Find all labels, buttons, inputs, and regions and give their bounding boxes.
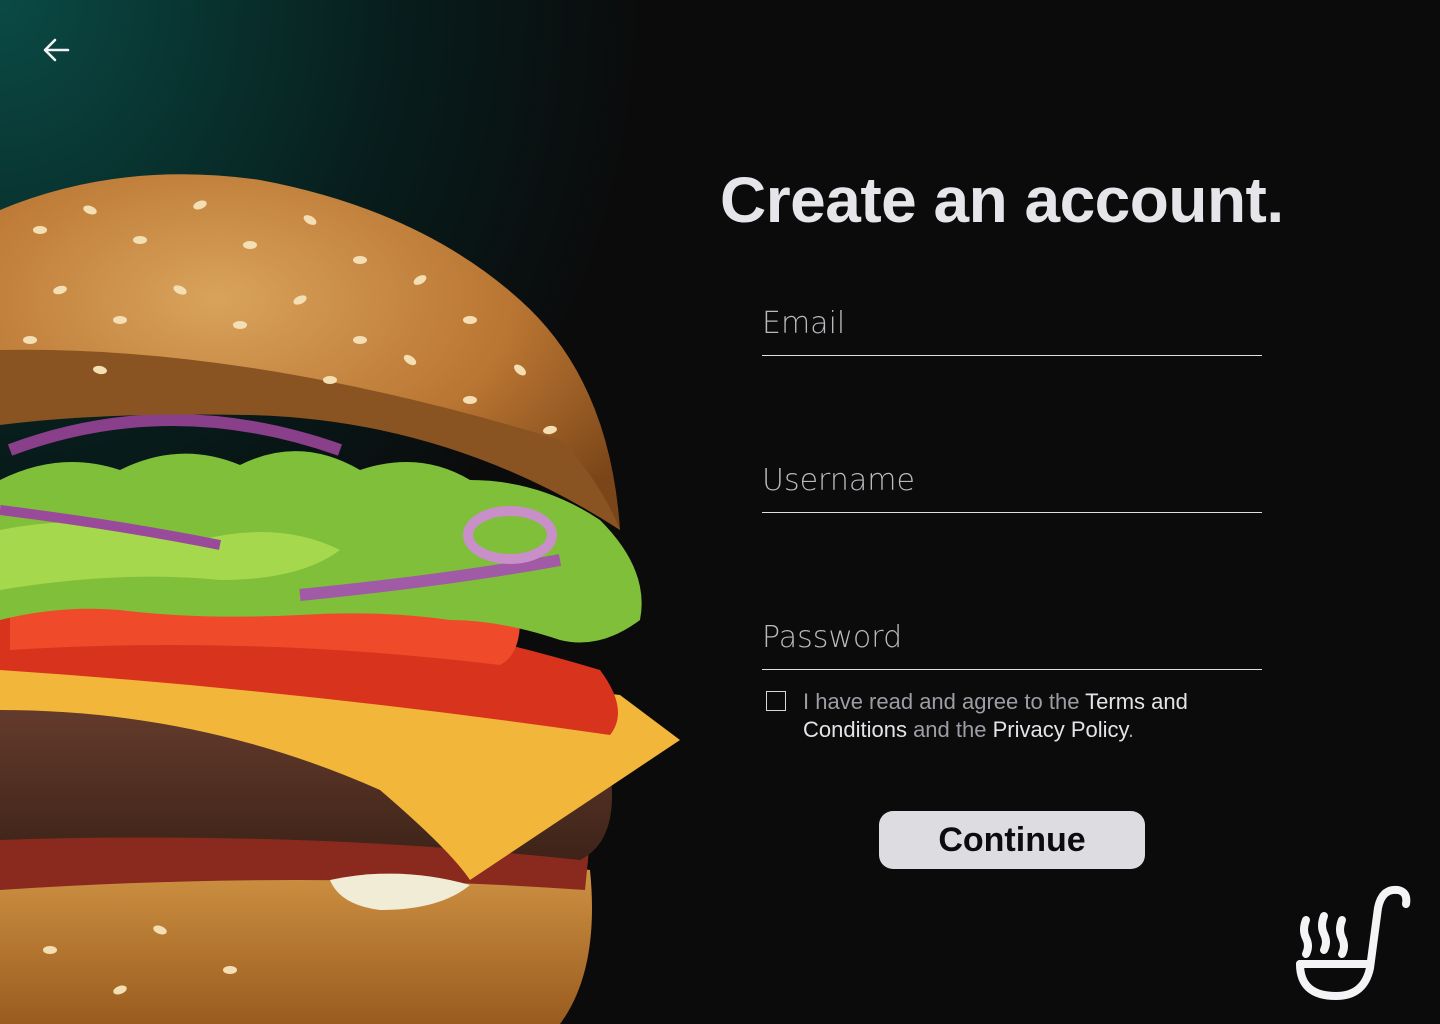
username-field[interactable] <box>762 452 1262 513</box>
steaming-ladle-logo <box>1290 880 1416 1006</box>
privacy-policy-link[interactable]: Privacy Policy <box>993 717 1128 742</box>
password-field[interactable] <box>762 609 1262 670</box>
burger-image <box>0 150 700 1024</box>
password-input[interactable] <box>762 615 1262 659</box>
back-button[interactable] <box>36 32 76 68</box>
arrow-left-icon <box>43 38 70 62</box>
email-field[interactable] <box>762 295 1262 356</box>
terms-agreement: I have read and agree to the Terms and C… <box>766 688 1266 744</box>
terms-text: I have read and agree to the Terms and C… <box>803 688 1266 744</box>
page-title: Create an account. <box>720 163 1284 236</box>
terms-checkbox[interactable] <box>766 691 786 711</box>
terms-suffix: . <box>1127 717 1135 742</box>
terms-middle: and the <box>906 717 993 742</box>
email-input[interactable] <box>762 301 1262 345</box>
signup-page: Create an account. I have read and agree… <box>0 0 1440 1024</box>
terms-prefix: I have read and agree to the <box>803 689 1086 714</box>
continue-button[interactable]: Continue <box>879 811 1145 869</box>
username-input[interactable] <box>762 458 1262 502</box>
